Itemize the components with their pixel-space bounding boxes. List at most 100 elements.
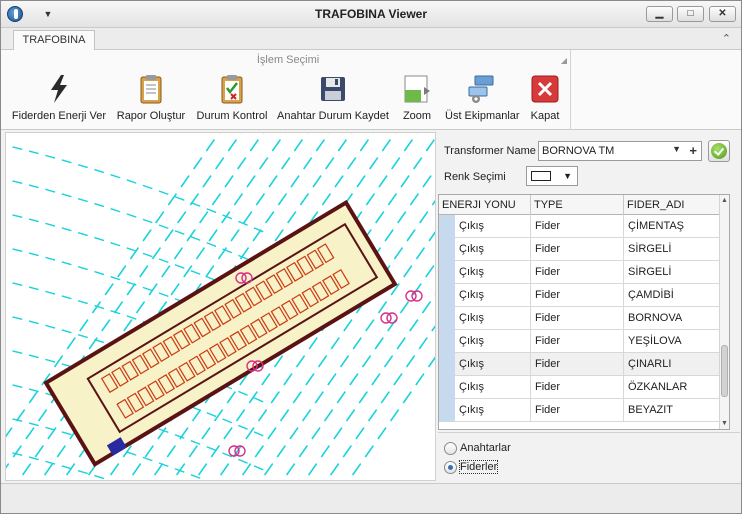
cell-type: Fider	[531, 330, 624, 353]
color-picker[interactable]: ▼	[526, 166, 578, 186]
transformer-name-value: BORNOVA TM	[542, 145, 615, 157]
confirm-transformer-button[interactable]	[708, 140, 730, 162]
table-row[interactable]: Çıkış Fider BEYAZIT	[439, 399, 721, 422]
zoom-icon	[402, 74, 432, 104]
close-window-button[interactable]: ✕	[709, 6, 736, 22]
durum-kontrol-button[interactable]: Durum Kontrol	[195, 74, 269, 126]
row-indicator[interactable]	[439, 353, 455, 376]
title-bar: ▼ TRAFOBINA Viewer ▁ □ ✕	[1, 1, 741, 28]
scroll-thumb[interactable]	[721, 345, 728, 397]
cell-fider-adi: ÖZKANLAR	[628, 381, 688, 393]
cell-enerji-yonu: Çıkış	[455, 399, 531, 422]
filter-radio-group: Anahtarlar Fiderler	[438, 432, 740, 481]
kapat-button[interactable]: Kapat	[525, 74, 565, 126]
row-indicator[interactable]	[439, 284, 455, 307]
network-icon	[466, 74, 496, 104]
color-swatch	[531, 171, 551, 181]
building-outer-wall	[43, 199, 398, 468]
add-icon[interactable]: +	[689, 143, 697, 158]
ust-ekipmanlar-button[interactable]: Üst Ekipmanlar	[445, 74, 520, 126]
column-header-enerji-yonu[interactable]: ENERJI YONU	[439, 195, 531, 215]
cell-type: Fider	[531, 399, 624, 422]
rapor-olustur-button[interactable]: Rapor Oluştur	[115, 74, 187, 126]
grid-vertical-scrollbar[interactable]: ▲ ▼	[719, 195, 729, 429]
cell-enerji-yonu: Çıkış	[455, 284, 531, 307]
cell-fider-adi: YEŞİLOVA	[628, 335, 682, 347]
zoom-button[interactable]: Zoom	[397, 74, 437, 126]
maximize-button[interactable]: □	[677, 6, 704, 22]
window-title: TRAFOBINA Viewer	[314, 7, 428, 21]
cable-line	[6, 178, 267, 268]
renk-secimi-label: Renk Seçimi	[444, 171, 506, 183]
row-indicator[interactable]	[439, 330, 455, 353]
clipboard-check-icon	[217, 74, 247, 104]
floppy-disk-icon	[318, 74, 348, 104]
clipboard-icon	[136, 74, 166, 104]
cell-type: Fider	[531, 284, 624, 307]
radio-label: Anahtarlar	[460, 442, 511, 454]
cell-enerji-yonu: Çıkış	[455, 307, 531, 330]
button-label: Zoom	[402, 110, 432, 122]
radio-label: Fiderler	[458, 460, 499, 474]
table-row[interactable]: Çıkış Fider SİRGELİ	[439, 261, 721, 284]
scroll-down-icon[interactable]: ▼	[721, 420, 728, 427]
tab-trafobina[interactable]: TRAFOBINA	[13, 30, 95, 51]
cell-fider-adi: ÇİMENTAŞ	[628, 220, 685, 232]
map-drawing[interactable]	[6, 133, 436, 481]
cell-enerji-yonu: Çıkış	[455, 215, 531, 238]
table-row[interactable]: Çıkış Fider ÖZKANLAR	[439, 376, 721, 399]
table-row[interactable]: Çıkış Fider BORNOVA	[439, 307, 721, 330]
viewer-window: ▼ TRAFOBINA Viewer ▁ □ ✕ TRAFOBINA ⌃ İşl…	[0, 0, 742, 514]
cell-fider-adi: BORNOVA	[628, 312, 683, 324]
table-row[interactable]: Çıkış Fider SİRGELİ	[439, 238, 721, 261]
row-indicator[interactable]	[439, 261, 455, 284]
fider-grid[interactable]: ENERJI YONU TYPE FIDER_ADI Çıkış Fider ÇİM…	[438, 194, 730, 430]
fiderden-enerji-ver-button[interactable]: Fiderden Enerji Ver	[11, 74, 107, 126]
grid-body: Çıkış Fider ÇİMENTAŞ Çıkış Fider SİRGELİ Çıkış…	[439, 215, 721, 422]
cell-enerji-yonu: Çıkış	[455, 376, 531, 399]
radio-button[interactable]	[444, 461, 457, 474]
checkmark-icon	[711, 143, 727, 159]
chevron-down-icon[interactable]: ▼	[563, 171, 572, 181]
building-plan	[43, 199, 398, 468]
ribbon-group-caption: İşlem Seçimi	[256, 54, 320, 66]
cell-fider-adi: ÇAMDİBİ	[628, 289, 674, 301]
ribbon-group-islem-secimi: İşlem Seçimi ◢ Fiderden Enerji Ver Rapor…	[5, 50, 571, 130]
row-indicator[interactable]	[439, 399, 455, 422]
button-label: Kapat	[530, 110, 560, 122]
cell-enerji-yonu: Çıkış	[455, 261, 531, 284]
scroll-up-icon[interactable]: ▲	[721, 197, 728, 204]
collapse-ribbon-icon[interactable]: ⌃	[722, 32, 731, 45]
cell-type: Fider	[531, 215, 624, 238]
trafobina-map-canvas[interactable]	[5, 132, 436, 481]
button-label: Fiderden Enerji Ver	[11, 110, 107, 122]
cell-enerji-yonu: Çıkış	[455, 238, 531, 261]
column-header-fider-adi[interactable]: FIDER_ADI	[624, 195, 721, 215]
row-indicator[interactable]	[439, 238, 455, 261]
cell-fider-adi: SİRGELİ	[628, 243, 672, 255]
table-row[interactable]: Çıkış Fider ÇINARLI	[439, 353, 721, 376]
cell-enerji-yonu: Çıkış	[455, 353, 531, 376]
column-header-type[interactable]: TYPE	[531, 195, 624, 215]
cable-head-marker	[386, 312, 398, 324]
cell-type: Fider	[531, 376, 624, 399]
lightning-icon	[44, 74, 74, 104]
table-row[interactable]: Çıkış Fider ÇİMENTAŞ	[439, 215, 721, 238]
grid-header: ENERJI YONU TYPE FIDER_ADI	[439, 195, 721, 215]
chevron-down-icon[interactable]: ▼	[672, 144, 681, 154]
cable-head-marker	[411, 290, 423, 302]
table-row[interactable]: Çıkış Fider ÇAMDİBİ	[439, 284, 721, 307]
table-row[interactable]: Çıkış Fider YEŞİLOVA	[439, 330, 721, 353]
row-indicator[interactable]	[439, 376, 455, 399]
radio-button[interactable]	[444, 442, 457, 455]
row-indicator[interactable]	[439, 215, 455, 238]
cell-type: Fider	[531, 353, 624, 376]
minimize-button[interactable]: ▁	[646, 6, 673, 22]
row-indicator[interactable]	[439, 307, 455, 330]
group-launcher-icon[interactable]: ◢	[561, 56, 567, 65]
button-label: Durum Kontrol	[196, 110, 268, 122]
anahtar-durum-kaydet-button[interactable]: Anahtar Durum Kaydet	[277, 74, 389, 126]
transformer-name-combo[interactable]: BORNOVA TM ▼ +	[538, 141, 702, 161]
cable-line	[6, 144, 267, 234]
button-label: Rapor Oluştur	[116, 110, 186, 122]
